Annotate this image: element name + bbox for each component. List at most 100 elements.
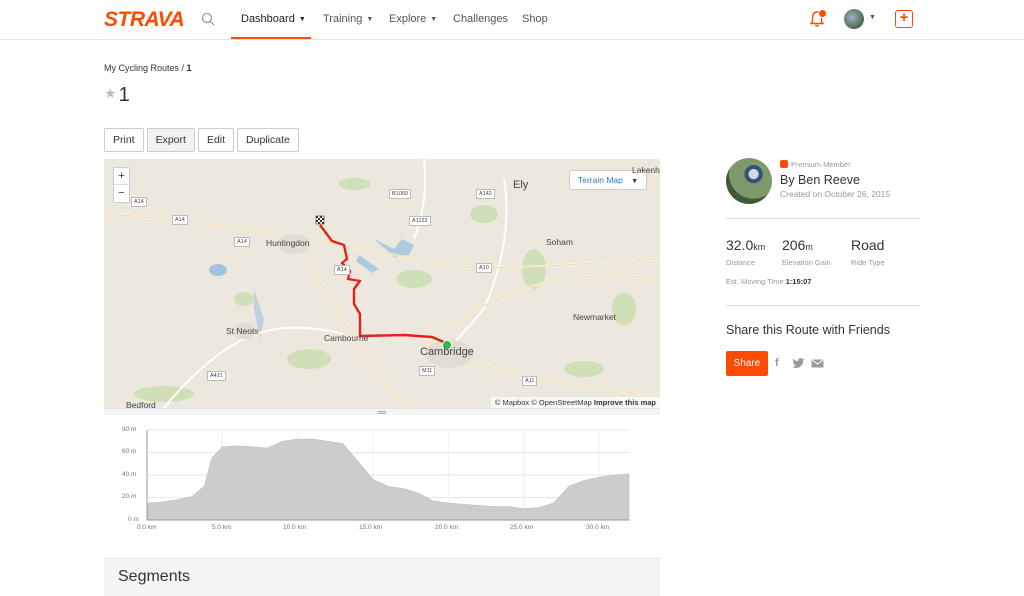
moving-time-value: 1:15:07 [785, 277, 812, 286]
place-label: Newmarket [573, 312, 616, 322]
mail-icon[interactable] [811, 359, 824, 368]
place-label: Soham [546, 237, 573, 247]
star-icon[interactable]: ★ [104, 85, 117, 101]
zoom-out-button[interactable]: − [114, 185, 129, 202]
stat-value: 32.0 [726, 237, 754, 253]
page-title: 1 [118, 84, 130, 106]
road-label: A142 [476, 189, 495, 199]
nav-dashboard[interactable]: Dashboard ▼ [241, 13, 306, 25]
chevron-down-icon: ▼ [366, 16, 374, 23]
elevation-chart[interactable]: 80 m 60 m 40 m 20 m 0 m 0.0 km 5.0 km 10… [104, 420, 660, 540]
stat-value: 206 [782, 237, 806, 253]
segments-section: Segments [104, 558, 660, 596]
nav-dashboard-label: Dashboard [241, 13, 295, 25]
premium-member-badge: Premium Member [780, 160, 851, 169]
stat-label: Distance [726, 258, 756, 267]
created-date: Created on October 26, 2015 [780, 189, 891, 199]
zoom-in-button[interactable]: + [114, 168, 129, 185]
stat-distance: 32.0km Distance [726, 237, 765, 267]
print-button[interactable]: Print [104, 128, 144, 152]
stat-value: Road [851, 237, 885, 253]
stat-ride-type: Road Ride Type [851, 237, 885, 267]
place-label: Huntingdon [266, 238, 310, 248]
zoom-control: + − [113, 167, 130, 203]
twitter-icon[interactable] [792, 358, 805, 369]
strava-logo[interactable]: STRAVA [104, 8, 185, 32]
stat-label: Elevation Gain [782, 258, 831, 267]
stat-unit: km [753, 242, 766, 252]
route-map[interactable]: + − Terrain Map ▼ Ely Huntingdon Soham S… [104, 159, 660, 408]
moving-time: Est. Moving Time 1:15:07 [726, 277, 811, 286]
author-avatar[interactable] [726, 158, 772, 204]
premium-label: Premium Member [791, 160, 851, 169]
elevation-area [146, 438, 630, 521]
breadcrumb-separator: / [179, 63, 187, 73]
x-tick-label: 25.0 km [510, 524, 534, 531]
improve-map-link[interactable]: Improve this map [594, 398, 656, 407]
author-name[interactable]: By Ben Reeve [780, 173, 860, 187]
nav-explore-label: Explore [389, 13, 427, 25]
nav-training[interactable]: Training ▼ [323, 13, 373, 25]
x-tick-label: 30.0 km [586, 524, 610, 531]
premium-icon [780, 160, 788, 168]
divider [726, 305, 920, 306]
search-icon[interactable] [201, 12, 215, 26]
title-row: ★ 1 [104, 84, 130, 107]
road-label: M11 [419, 366, 436, 376]
y-tick-label: 80 m [122, 426, 137, 433]
facebook-icon[interactable]: f [775, 357, 779, 369]
divider [726, 218, 920, 219]
stat-label: Ride Type [851, 258, 885, 267]
moving-time-label: Est. Moving Time [726, 277, 784, 286]
place-label: Lakenh [632, 165, 660, 175]
chevron-down-icon: ▼ [298, 16, 306, 23]
x-tick-label: 0.0 km [137, 524, 157, 531]
top-navbar: STRAVA Dashboard ▼ Training ▼ Explore ▼ Cha… [0, 0, 1024, 40]
osm-attribution[interactable]: © OpenStreetMap [531, 398, 592, 407]
grip-icon [378, 411, 386, 414]
map-attribution: © Mapbox © OpenStreetMap Improve this ma… [490, 397, 660, 408]
place-label: Cambourne [324, 333, 369, 343]
stat-unit: m [805, 242, 813, 252]
add-activity-icon[interactable]: + [895, 10, 913, 28]
place-label: St Neots [226, 326, 259, 336]
x-tick-label: 15.0 km [359, 524, 383, 531]
notification-badge [818, 9, 827, 18]
stat-elevation: 206m Elevation Gain [782, 237, 831, 267]
user-avatar[interactable] [844, 9, 864, 29]
chevron-down-icon[interactable]: ▼ [869, 14, 876, 21]
x-tick-label: 10.0 km [283, 524, 307, 531]
place-label: Cambridge [420, 346, 474, 358]
y-tick-label: 60 m [122, 448, 137, 455]
y-tick-label: 40 m [122, 471, 137, 478]
breadcrumb-parent[interactable]: My Cycling Routes [104, 63, 179, 73]
map-canvas [104, 159, 660, 408]
road-label: A14 [334, 265, 350, 275]
map-type-label: Terrain Map [578, 175, 623, 185]
map-resize-handle[interactable] [104, 408, 660, 415]
share-button[interactable]: Share [726, 351, 768, 376]
edit-button[interactable]: Edit [197, 128, 235, 152]
x-tick-label: 20.0 km [435, 524, 459, 531]
road-label: B1050 [389, 189, 411, 199]
road-label: A421 [207, 371, 226, 381]
elevation-plot [146, 429, 630, 521]
mapbox-attribution[interactable]: © Mapbox [495, 398, 529, 407]
nav-shop[interactable]: Shop [522, 13, 548, 25]
chevron-down-icon: ▼ [430, 16, 438, 23]
caret-down-icon: ▼ [631, 178, 639, 185]
y-tick-label: 0 m [128, 516, 139, 523]
nav-challenges[interactable]: Challenges [453, 13, 508, 25]
y-tick-label: 20 m [122, 493, 137, 500]
duplicate-button[interactable]: Duplicate [237, 128, 299, 152]
breadcrumb: My Cycling Routes / 1 [104, 63, 192, 73]
segments-heading: Segments [118, 568, 191, 585]
place-label: Ely [513, 179, 529, 191]
route-actions: Print Export Edit Duplicate [104, 128, 299, 152]
road-label: A14 [172, 215, 188, 225]
export-button[interactable]: Export [146, 128, 195, 152]
nav-explore[interactable]: Explore ▼ [389, 13, 437, 25]
x-tick-label: 5.0 km [212, 524, 232, 531]
active-nav-indicator [231, 37, 311, 39]
breadcrumb-current: 1 [186, 63, 192, 73]
